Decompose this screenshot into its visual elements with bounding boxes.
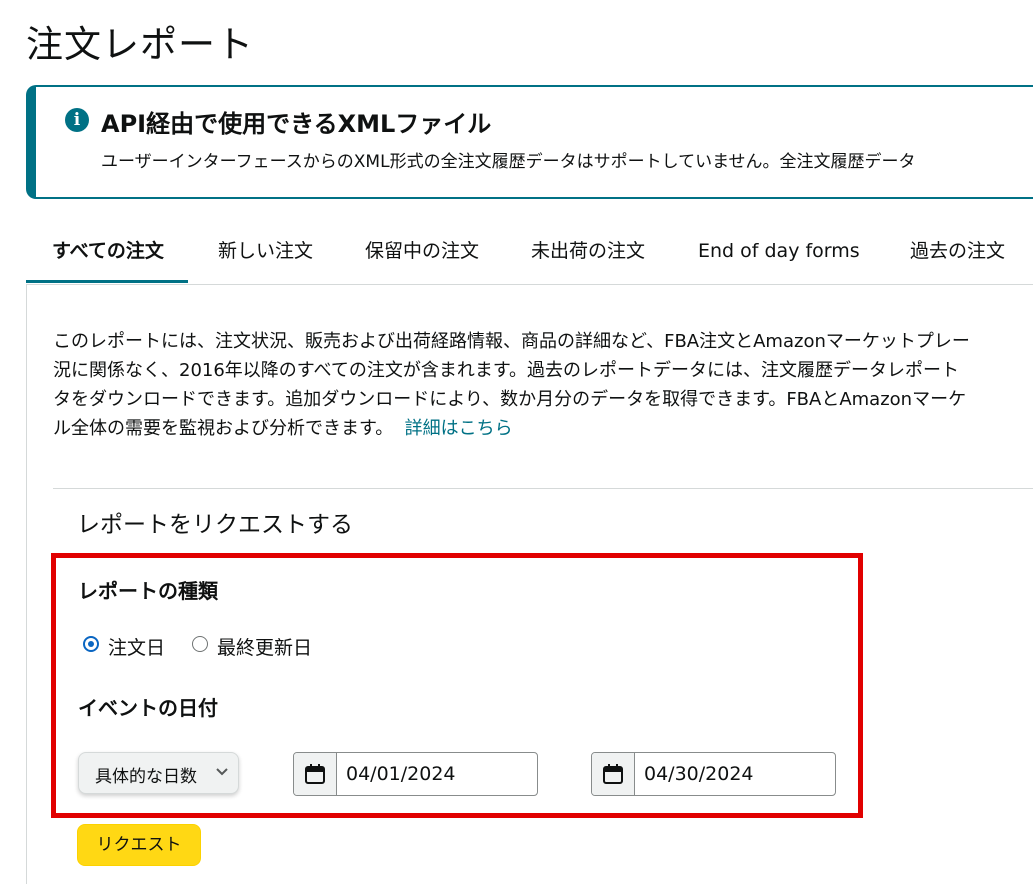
tab-end-of-day-forms[interactable]: End of day forms [698, 222, 860, 283]
description-line: このレポートには、注文状況、販売および出荷経路情報、商品の詳細など、FBA注文と… [53, 331, 970, 352]
report-description: このレポートには、注文状況、販売および出荷経路情報、商品の詳細など、FBA注文と… [53, 327, 1033, 443]
tab-pending-orders[interactable]: 保留中の注文 [365, 222, 479, 283]
last-updated-radio-label[interactable]: 最終更新日 [217, 633, 312, 660]
info-alert-text: ユーザーインターフェースからのXML形式の全注文履歴データはサポートしていません… [101, 152, 916, 172]
report-type-label: レポートの種類 [78, 579, 218, 603]
info-alert-title: API経由で使用できるXMLファイル [101, 110, 492, 138]
section-divider [53, 488, 1033, 489]
tab-archived-orders[interactable]: 過去の注文 [910, 222, 1005, 283]
last-updated-radio[interactable] [192, 636, 208, 652]
order-tabs: すべての注文 新しい注文 保留中の注文 未出荷の注文 End of day fo… [26, 222, 1033, 285]
end-date-calendar-button[interactable] [592, 753, 635, 795]
tab-all-orders[interactable]: すべての注文 [26, 222, 188, 283]
order-date-radio[interactable] [83, 636, 99, 652]
request-button[interactable]: リクエスト [77, 824, 201, 866]
calendar-icon [305, 764, 325, 784]
calendar-icon [603, 764, 623, 784]
info-alert: i API経由で使用できるXMLファイル ユーザーインターフェースからのXML形… [26, 85, 1033, 199]
date-range-select-value: 具体的な日数 [95, 767, 197, 787]
start-date-input[interactable] [337, 753, 541, 795]
info-icon: i [65, 108, 89, 132]
order-date-radio-label[interactable]: 注文日 [108, 633, 165, 660]
tab-unshipped-orders[interactable]: 未出荷の注文 [531, 222, 645, 283]
page-title: 注文レポート [26, 23, 254, 66]
event-date-label: イベントの日付 [78, 696, 218, 720]
description-line: タをダウンロードできます。追加ダウンロードにより、数か月分のデータを取得できます… [53, 389, 967, 410]
description-line: ル全体の需要を監視および分析できます。 [53, 418, 394, 439]
start-date-field [293, 752, 541, 796]
end-date-field [591, 752, 839, 796]
request-report-heading: レポートをリクエストする [77, 512, 353, 538]
end-date-input[interactable] [635, 753, 839, 795]
start-date-calendar-button[interactable] [294, 753, 337, 795]
learn-more-link[interactable]: 詳細はこちら [405, 418, 513, 439]
chevron-down-icon [216, 768, 228, 776]
description-line: 況に関係なく、2016年以降のすべての注文が含まれます。過去のレポートデータには… [53, 360, 960, 381]
date-range-select[interactable]: 具体的な日数 [78, 752, 239, 794]
tab-new-orders[interactable]: 新しい注文 [218, 222, 313, 283]
